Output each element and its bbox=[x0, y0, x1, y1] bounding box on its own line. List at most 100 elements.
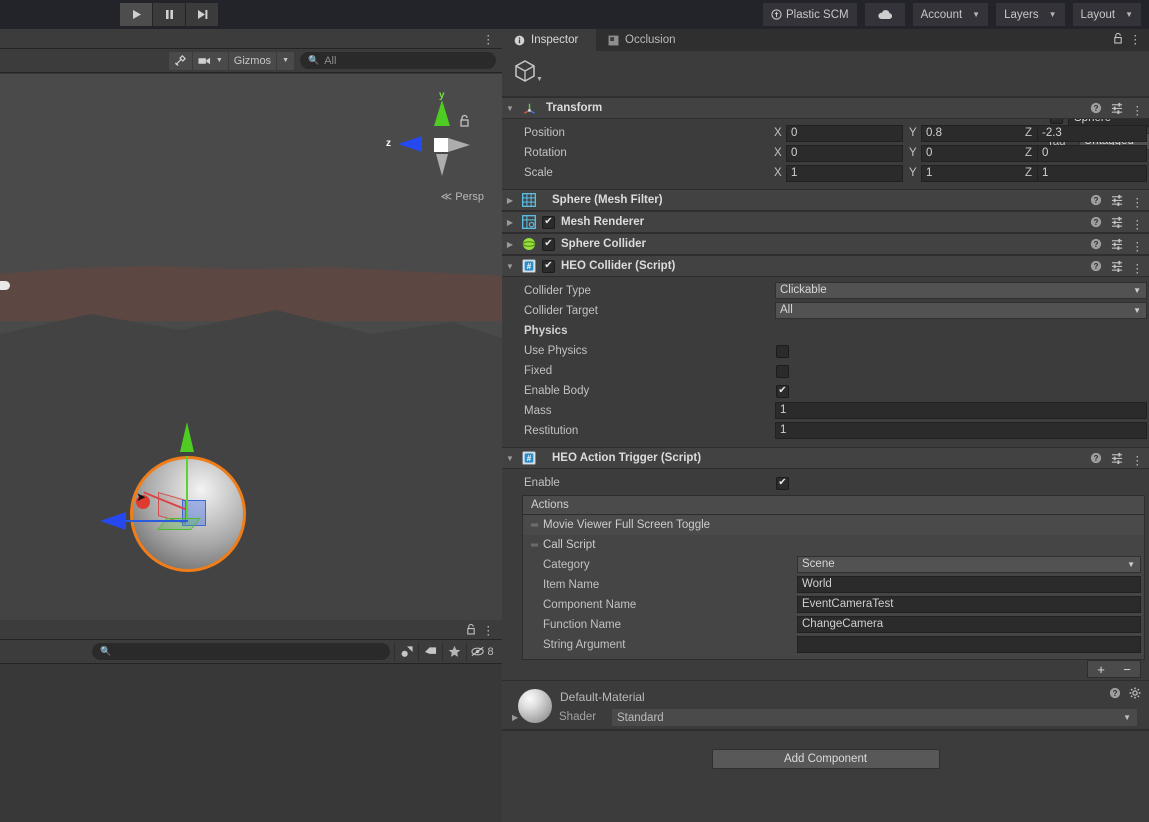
add-action-button[interactable]: + bbox=[1088, 661, 1114, 677]
restitution-input[interactable]: 1 bbox=[775, 422, 1147, 439]
scale-x-input[interactable]: 1 bbox=[786, 164, 903, 182]
project-kebab-icon[interactable]: ⋮ bbox=[483, 623, 495, 637]
component-kebab-icon[interactable]: ⋮ bbox=[1132, 103, 1144, 117]
component-kebab-icon[interactable]: ⋮ bbox=[1132, 453, 1144, 467]
gizmo-axis-x-line[interactable] bbox=[116, 520, 188, 522]
list-item[interactable]: ═ Call Script bbox=[523, 535, 1144, 555]
use-physics-checkbox[interactable] bbox=[776, 344, 789, 358]
preset-icon[interactable] bbox=[1111, 194, 1123, 209]
position-y-input[interactable]: 0.8 bbox=[921, 124, 1038, 142]
shader-dropdown[interactable]: Standard ▼ bbox=[612, 709, 1137, 726]
foldout-mesh-filter[interactable]: ▶ bbox=[502, 196, 518, 205]
enable-checkbox[interactable] bbox=[776, 476, 789, 490]
scale-z-input[interactable]: 1 bbox=[1037, 164, 1147, 182]
layers-button[interactable]: Layers ▼ bbox=[996, 3, 1065, 26]
inspector-kebab-icon[interactable]: ⋮ bbox=[1130, 32, 1142, 46]
scene-orientation-gizmo[interactable]: y z bbox=[386, 90, 482, 184]
lock-icon[interactable] bbox=[459, 114, 470, 130]
lock-icon[interactable] bbox=[466, 623, 476, 638]
scene-search-input[interactable]: 🔍 All bbox=[300, 52, 496, 69]
cloud-button[interactable] bbox=[864, 3, 905, 26]
drag-handle-icon[interactable]: ═ bbox=[531, 520, 543, 531]
inspector-lock-icon[interactable] bbox=[1113, 32, 1123, 47]
pause-button[interactable] bbox=[153, 3, 185, 26]
component-kebab-icon[interactable]: ⋮ bbox=[1132, 239, 1144, 253]
material-preview-sphere[interactable] bbox=[518, 689, 552, 723]
scene-kebab-icon[interactable]: ⋮ bbox=[483, 32, 495, 46]
help-icon[interactable]: ? bbox=[1090, 216, 1102, 231]
mesh-renderer-enable-checkbox[interactable] bbox=[542, 215, 555, 229]
foldout-transform[interactable]: ▼ bbox=[502, 104, 518, 113]
layout-button[interactable]: Layout ▼ bbox=[1072, 3, 1141, 26]
string-argument-input[interactable] bbox=[797, 636, 1141, 653]
help-icon[interactable]: ? bbox=[1090, 238, 1102, 253]
scale-y-input[interactable]: 1 bbox=[921, 164, 1038, 182]
preset-icon[interactable] bbox=[1111, 260, 1123, 275]
scene-left-handle[interactable] bbox=[0, 281, 10, 290]
enable-body-checkbox[interactable] bbox=[776, 384, 789, 398]
remove-action-button[interactable]: − bbox=[1114, 661, 1140, 677]
component-kebab-icon[interactable]: ⋮ bbox=[1132, 217, 1144, 231]
filter-by-type-button[interactable] bbox=[394, 641, 418, 662]
list-item[interactable]: ═ Movie Viewer Full Screen Toggle bbox=[523, 515, 1144, 535]
component-header-heo-action-trigger[interactable]: ▼ # HEO Action Trigger (Script) ? ⋮ bbox=[502, 447, 1149, 469]
account-button[interactable]: Account ▼ bbox=[912, 3, 989, 26]
component-header-mesh-renderer[interactable]: ▶ Mesh Renderer ? ⋮ bbox=[502, 211, 1149, 233]
add-component-button[interactable]: Add Component bbox=[711, 749, 940, 769]
gear-icon[interactable] bbox=[1129, 687, 1141, 702]
foldout-heo-action-trigger[interactable]: ▼ bbox=[502, 454, 518, 463]
plastic-scm-button[interactable]: Plastic SCM bbox=[762, 3, 857, 26]
scene-viewport[interactable]: y z ≪ Persp ➤ bbox=[0, 74, 502, 649]
drag-handle-icon[interactable]: ═ bbox=[531, 540, 543, 551]
gizmo-axis-y-handle[interactable] bbox=[180, 422, 194, 452]
filter-by-label-button[interactable] bbox=[418, 641, 442, 662]
step-button[interactable] bbox=[186, 3, 218, 26]
hidden-objects-toggle[interactable]: 8 bbox=[466, 641, 498, 662]
function-name-input[interactable]: ChangeCamera bbox=[797, 616, 1141, 633]
tab-inspector[interactable]: Inspector bbox=[502, 29, 596, 51]
component-name-input[interactable]: EventCameraTest bbox=[797, 596, 1141, 613]
preset-icon[interactable] bbox=[1111, 216, 1123, 231]
chevron-down-icon[interactable]: ▼ bbox=[536, 76, 543, 83]
help-icon[interactable]: ? bbox=[1090, 452, 1102, 467]
preset-icon[interactable] bbox=[1111, 238, 1123, 253]
gizmo-axis-x-handle[interactable] bbox=[100, 512, 126, 530]
position-z-input[interactable]: -2.3 bbox=[1037, 124, 1147, 142]
project-search-input[interactable]: 🔍 bbox=[92, 643, 390, 660]
rotation-y-input[interactable]: 0 bbox=[921, 144, 1038, 162]
scene-projection-label[interactable]: ≪ Persp bbox=[441, 190, 484, 203]
sphere-collider-enable-checkbox[interactable] bbox=[542, 237, 555, 251]
component-header-transform[interactable]: ▼ Transform ? ⋮ bbox=[502, 97, 1149, 119]
component-kebab-icon[interactable]: ⋮ bbox=[1132, 195, 1144, 209]
scene-tools-button[interactable] bbox=[168, 51, 192, 70]
component-header-sphere-collider[interactable]: ▶ Sphere Collider ? ⋮ bbox=[502, 233, 1149, 255]
preset-icon[interactable] bbox=[1111, 452, 1123, 467]
foldout-mesh-renderer[interactable]: ▶ bbox=[502, 218, 518, 227]
project-content-area[interactable] bbox=[0, 664, 502, 822]
collider-type-dropdown[interactable]: Clickable ▼ bbox=[775, 282, 1147, 299]
help-icon[interactable]: ? bbox=[1090, 194, 1102, 209]
preset-icon[interactable] bbox=[1111, 102, 1123, 117]
play-button[interactable] bbox=[120, 3, 152, 26]
foldout-material[interactable]: ▶ bbox=[512, 713, 518, 722]
gizmo-axis-y-line[interactable] bbox=[186, 456, 188, 518]
heo-collider-enable-checkbox[interactable] bbox=[542, 259, 555, 273]
gizmo-center-cube[interactable] bbox=[434, 138, 448, 152]
position-x-input[interactable]: 0 bbox=[786, 124, 903, 142]
gizmos-dropdown[interactable]: ▼ bbox=[277, 51, 294, 70]
category-dropdown[interactable]: Scene ▼ bbox=[797, 556, 1141, 573]
selected-object-gizmo[interactable]: ➤ bbox=[100, 414, 362, 614]
collider-target-dropdown[interactable]: All ▼ bbox=[775, 302, 1147, 319]
help-icon[interactable]: ? bbox=[1090, 102, 1102, 117]
foldout-heo-collider[interactable]: ▼ bbox=[502, 262, 518, 271]
help-icon[interactable]: ? bbox=[1090, 260, 1102, 275]
component-header-mesh-filter[interactable]: ▶ Sphere (Mesh Filter) ? ⋮ bbox=[502, 189, 1149, 211]
gizmos-button[interactable]: Gizmos bbox=[228, 51, 277, 70]
item-name-input[interactable]: World bbox=[797, 576, 1141, 593]
mass-input[interactable]: 1 bbox=[775, 402, 1147, 419]
help-icon[interactable]: ? bbox=[1109, 687, 1121, 702]
component-kebab-icon[interactable]: ⋮ bbox=[1132, 261, 1144, 275]
component-header-heo-collider[interactable]: ▼ # HEO Collider (Script) ? ⋮ bbox=[502, 255, 1149, 277]
rotation-z-input[interactable]: 0 bbox=[1037, 144, 1147, 162]
foldout-sphere-collider[interactable]: ▶ bbox=[502, 240, 518, 249]
